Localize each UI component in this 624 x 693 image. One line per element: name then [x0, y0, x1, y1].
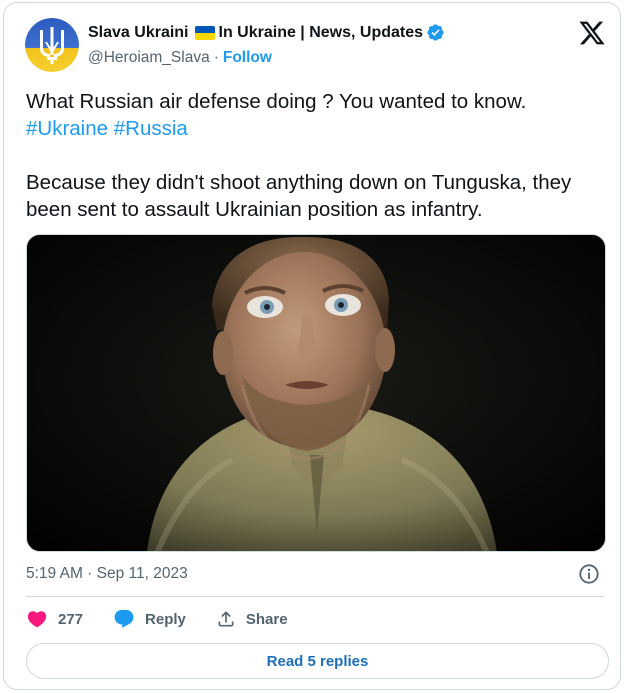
follow-button[interactable]: Follow [223, 49, 272, 67]
heart-icon [27, 611, 47, 628]
tweet-timestamp[interactable]: 5:19 AM · Sep 11, 2023 [26, 565, 188, 583]
like-count: 277 [58, 610, 84, 628]
read-replies-button[interactable]: Read 5 replies [26, 643, 609, 679]
share-button[interactable]: Share [216, 609, 288, 629]
tweet-card: Slava Ukraini In Ukraine | News, Updates… [3, 2, 621, 690]
hashtag-row: #Ukraine #Russia [26, 115, 606, 142]
author-name[interactable]: Slava Ukraini [88, 24, 189, 42]
author-name-suffix[interactable]: In Ukraine | News, Updates [219, 24, 424, 42]
profile-avatar[interactable] [25, 18, 79, 72]
share-icon [218, 611, 234, 627]
tweet-text: What Russian air defense doing ? You wan… [26, 88, 606, 223]
tweet-line-1: What Russian air defense doing ? You wan… [26, 90, 527, 113]
author-handle-row: @Heroiam_Slava · Follow [88, 49, 272, 67]
hashtag-russia[interactable]: #Russia [114, 117, 188, 140]
divider [26, 596, 604, 597]
action-bar: 277 Reply Share [26, 608, 318, 630]
author-name-row[interactable]: Slava Ukraini In Ukraine | News, Updates [88, 23, 445, 42]
trident-avatar-icon [25, 18, 79, 72]
share-label: Share [245, 610, 288, 628]
soldier-photo [27, 235, 605, 551]
hashtag-ukraine[interactable]: #Ukraine [26, 117, 108, 140]
tweet-line-2: Because they didn't shoot anything down … [26, 171, 572, 221]
like-button[interactable]: 277 [26, 608, 83, 630]
separator: · [213, 49, 219, 66]
author-handle[interactable]: @Heroiam_Slava [88, 49, 210, 67]
info-icon[interactable] [578, 563, 600, 585]
reply-label: Reply [145, 610, 186, 628]
tweet-media-photo[interactable] [26, 234, 606, 552]
verified-badge-icon [427, 24, 444, 41]
x-logo-icon[interactable] [578, 19, 606, 47]
speech-bubble-icon [114, 609, 134, 628]
ukraine-flag-icon [194, 25, 215, 40]
reply-button[interactable]: Reply [113, 608, 186, 630]
